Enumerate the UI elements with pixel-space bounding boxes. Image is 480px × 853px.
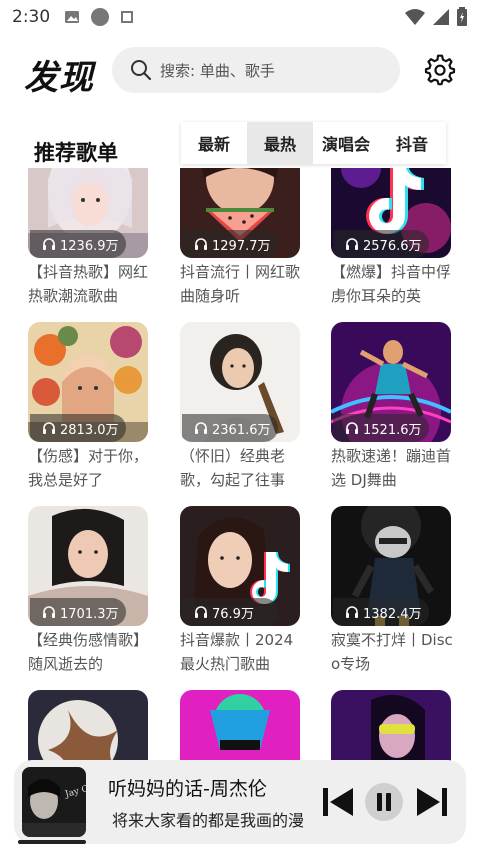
play-count: 1382.4万 bbox=[363, 606, 422, 622]
play-count: 1297.7万 bbox=[212, 238, 271, 254]
playlist-cover: 76.9万 bbox=[180, 506, 300, 626]
play-count-badge: 2813.0万 bbox=[30, 414, 126, 442]
headphones-icon bbox=[43, 606, 55, 618]
headphones-icon bbox=[195, 606, 207, 618]
play-count-badge: 1521.6万 bbox=[333, 414, 429, 442]
play-count: 1521.6万 bbox=[363, 422, 422, 438]
playlist-cover: 1382.4万 bbox=[331, 506, 451, 626]
pause-button[interactable] bbox=[362, 780, 406, 824]
page-title: 发现 bbox=[24, 58, 94, 98]
wifi-icon bbox=[405, 9, 425, 25]
pause-icon bbox=[365, 783, 403, 821]
search-icon bbox=[131, 60, 152, 81]
header: 发现 搜索: 单曲、歌手 bbox=[0, 44, 480, 98]
play-count-badge: 2576.6万 bbox=[333, 230, 429, 258]
play-count-badge: 76.9万 bbox=[182, 598, 278, 626]
playlist-cover: 1701.3万 bbox=[28, 506, 148, 626]
headphones-icon bbox=[195, 238, 207, 250]
play-count: 2361.6万 bbox=[212, 422, 271, 438]
playlist-cover: 1297.7万 bbox=[180, 168, 300, 258]
image-icon bbox=[65, 11, 79, 23]
tab-hottest[interactable]: 最热 bbox=[247, 122, 313, 164]
now-playing-title: 听妈妈的话-周杰伦 bbox=[108, 778, 267, 800]
playlist-title: 热歌速递！蹦迪首选 DJ舞曲 bbox=[331, 447, 452, 489]
record-icon bbox=[91, 8, 109, 26]
headphones-icon bbox=[346, 422, 358, 434]
play-count-badge: 1701.3万 bbox=[30, 598, 126, 626]
playlist-title: 抖音流行丨网红歌曲随身听 bbox=[180, 263, 301, 305]
playlist-cover: 1236.9万 bbox=[28, 168, 148, 258]
play-count: 2576.6万 bbox=[363, 238, 422, 254]
playlist-title: 抖音爆款丨2024最火热门歌曲 bbox=[180, 631, 294, 673]
play-count: 1236.9万 bbox=[60, 238, 119, 254]
playlist-cover: 1521.6万 bbox=[331, 322, 451, 442]
tab-douyin[interactable]: 抖音 bbox=[379, 122, 445, 164]
play-count: 76.9万 bbox=[212, 606, 254, 622]
playlist-title: 【伤感】对于你，我总是好了 bbox=[28, 447, 149, 489]
tab-latest[interactable]: 最新 bbox=[181, 122, 247, 164]
playlist-grid: 1236.9万 【抖音热歌】网红热歌潮流歌曲 1297.7万 抖音流行丨网红歌曲… bbox=[0, 168, 480, 848]
headphones-icon bbox=[43, 422, 55, 434]
headphones-icon bbox=[346, 606, 358, 618]
square-icon bbox=[121, 11, 133, 23]
mini-player[interactable]: Jay Chou 听妈妈的话-周杰伦 将来大家看的都是我画的漫 bbox=[14, 760, 466, 844]
signal-icon bbox=[433, 9, 449, 25]
play-count: 1701.3万 bbox=[60, 606, 119, 622]
skip-next-icon bbox=[417, 788, 447, 816]
headphones-icon bbox=[346, 238, 358, 250]
headphones-icon bbox=[195, 422, 207, 434]
previous-button[interactable] bbox=[316, 780, 360, 824]
play-count-badge: 1236.9万 bbox=[30, 230, 126, 258]
category-tabs: 最新 最热 演唱会 抖音 bbox=[181, 122, 446, 164]
now-playing-lyric: 将来大家看的都是我画的漫 bbox=[112, 811, 305, 830]
playback-progress bbox=[18, 840, 86, 844]
playlist-cover: 2576.6万 bbox=[331, 168, 451, 258]
section-title: 推荐歌单 bbox=[34, 141, 118, 165]
playlist-cover: 2361.6万 bbox=[180, 322, 300, 442]
playlist-title: 【燃爆】抖音中俘虏你耳朵的英 bbox=[331, 263, 452, 305]
search-bar[interactable]: 搜索: 单曲、歌手 bbox=[112, 47, 400, 93]
playlist-title: 【经典伤感情歌】随风逝去的 bbox=[28, 631, 149, 673]
status-bar: 2:30 bbox=[0, 0, 480, 34]
play-count-badge: 2361.6万 bbox=[182, 414, 278, 442]
playlist-title: （怀旧）经典老歌，勾起了往事 bbox=[180, 447, 286, 489]
gear-icon[interactable] bbox=[424, 54, 456, 86]
playlist-title: 【抖音热歌】网红热歌潮流歌曲 bbox=[28, 263, 149, 305]
now-playing-cover[interactable]: Jay Chou bbox=[22, 767, 86, 837]
status-time: 2:30 bbox=[12, 7, 51, 27]
playlist-title: 寂寞不打烊丨Disco专场 bbox=[331, 631, 453, 673]
play-count-badge: 1382.4万 bbox=[333, 598, 429, 626]
playlist-cover: 2813.0万 bbox=[28, 322, 148, 442]
headphones-icon bbox=[43, 238, 55, 250]
tab-concert[interactable]: 演唱会 bbox=[313, 122, 379, 164]
skip-previous-icon bbox=[323, 788, 353, 816]
next-button[interactable] bbox=[410, 780, 454, 824]
battery-icon bbox=[457, 7, 467, 26]
play-count: 2813.0万 bbox=[60, 422, 119, 438]
play-count-badge: 1297.7万 bbox=[182, 230, 278, 258]
search-placeholder: 搜索: 单曲、歌手 bbox=[160, 61, 275, 80]
